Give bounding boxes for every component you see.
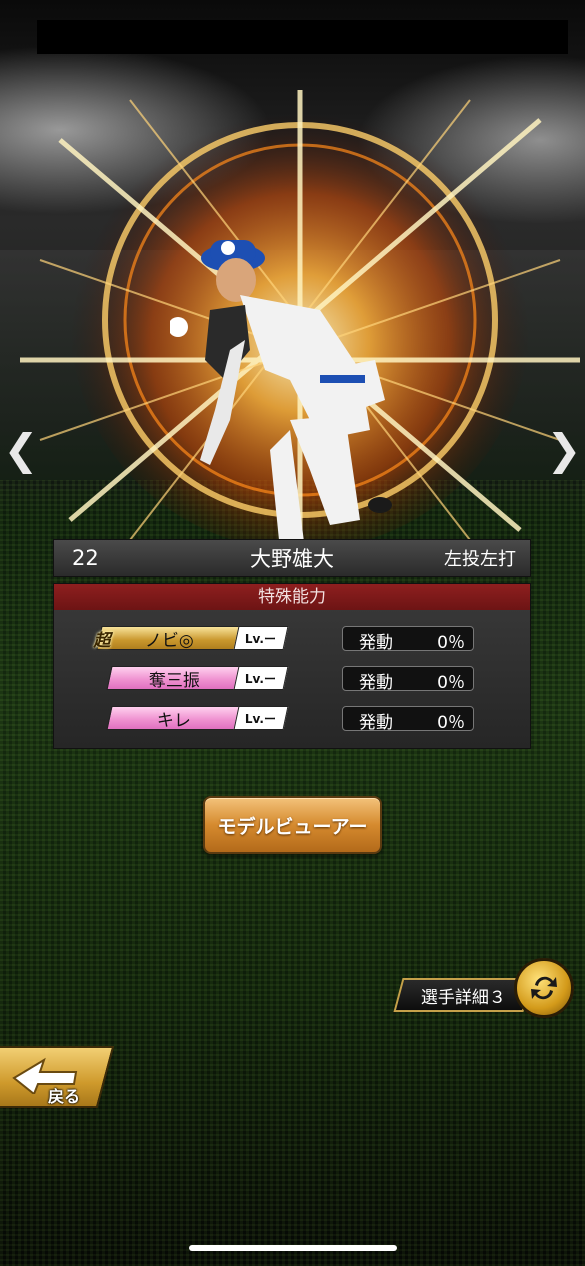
special-abilities-panel: 特殊能力 ノビ◎ 超 Lv.ー 発動 0％ 奪三振 Lv.ー 発動 0％ キレ … [53,583,531,749]
ability-name: ノビ◎ [144,630,194,651]
ability-level: Lv.ー [233,666,289,690]
activation-rate: 発動 0％ [342,626,474,653]
player-detail-button[interactable]: 選手詳細３ [393,978,533,1012]
activation-rate: 発動 0％ [342,706,474,733]
chevron-left-icon: ❮ [3,425,39,474]
ability-row: キレ Lv.ー 発動 0％ [54,704,530,733]
next-player-button[interactable]: ❯ [546,425,582,474]
player-pitcher-image [170,240,392,550]
activation-rate: 発動 0％ [342,666,474,693]
model-viewer-button[interactable]: モデルビューアー [203,796,382,854]
ability-label-pink: 奪三振 [106,666,242,691]
status-bar [37,20,568,54]
home-indicator[interactable] [189,1245,397,1251]
super-badge-icon: 超 [93,630,111,651]
previous-player-button[interactable]: ❮ [3,425,39,474]
player-name-bar: 22 大野雄大 左投左打 [53,539,531,577]
chevron-right-icon: ❯ [546,425,582,474]
ability-level: Lv.ー [233,626,289,650]
ability-level: Lv.ー [233,706,289,730]
back-label: 戻る [48,1087,81,1106]
ability-row: 奪三振 Lv.ー 発動 0％ [54,664,530,693]
ability-name: 奪三振 [148,670,200,691]
swap-arrows-icon [531,976,557,1000]
game-screen: ❮ ❯ 22 大野雄大 左投左打 特殊能力 ノビ◎ 超 Lv.ー 発動 0％ 奪… [0,0,585,1266]
swap-view-button[interactable] [514,958,574,1018]
abilities-header: 特殊能力 [54,584,530,610]
player-handedness: 左投左打 [444,549,516,570]
ability-name: キレ [157,710,191,731]
ability-label-pink: キレ [106,706,242,731]
ability-row: ノビ◎ 超 Lv.ー 発動 0％ [54,624,530,653]
